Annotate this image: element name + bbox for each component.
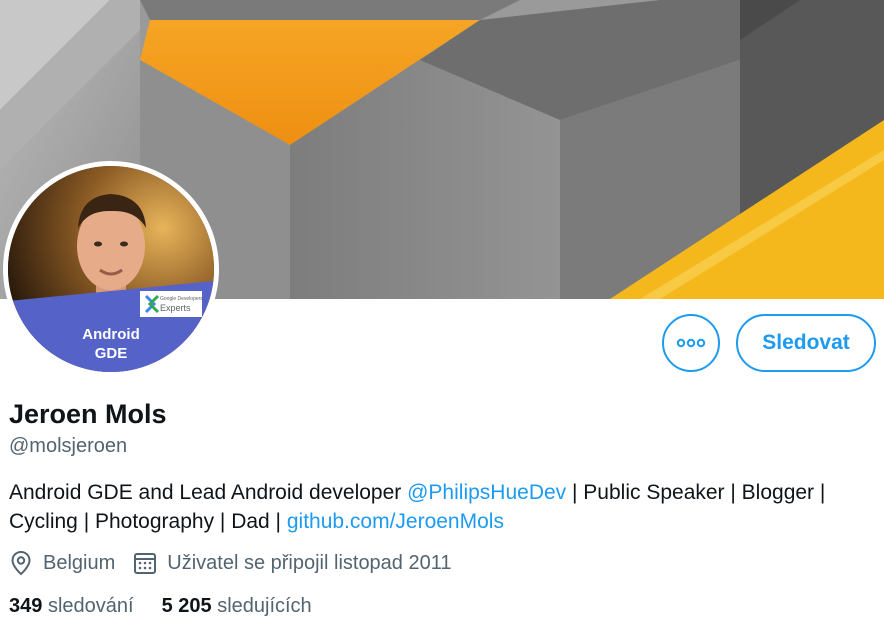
bio-text-part1: Android GDE and Lead Android developer — [9, 481, 408, 504]
followers-count: 5 205 — [161, 595, 212, 617]
followers-link[interactable]: 5 205 sledujících — [162, 595, 312, 618]
bio-mention-link[interactable]: @PhilipsHueDev — [407, 481, 566, 504]
follow-button[interactable]: Sledovat — [736, 314, 876, 372]
joined-item: Uživatel se připojil listopad 2011 — [133, 551, 452, 575]
location-item: Belgium — [9, 550, 115, 576]
calendar-icon — [134, 553, 157, 574]
location-pin-icon — [11, 550, 31, 576]
profile-bio: Android GDE and Lead Android developer @… — [9, 478, 879, 536]
experts-logo-small: Google Developers — [160, 296, 203, 302]
profile-avatar[interactable]: Android GDE Google Developers Experts — [3, 161, 219, 377]
profile-meta: Belgium Uživatel se připojil listopad 20… — [9, 550, 470, 576]
followers-label: sledujících — [217, 595, 312, 617]
experts-logo-main: Experts — [160, 303, 191, 313]
following-count: 349 — [9, 595, 43, 617]
location-text: Belgium — [43, 551, 116, 574]
profile-handle: @molsjeroen — [9, 435, 128, 457]
profile-stats: 349 sledování 5 205 sledujících — [9, 595, 340, 618]
profile-name: Jeroen Mols — [9, 399, 167, 429]
avatar-image: Android GDE Google Developers Experts — [8, 166, 214, 372]
following-link[interactable]: 349 sledování — [9, 595, 134, 618]
avatar-badge-line2: GDE — [94, 345, 128, 362]
bio-website-link[interactable]: github.com/JeroenMols — [287, 510, 504, 533]
more-button[interactable] — [662, 314, 720, 372]
following-label: sledování — [47, 595, 134, 617]
avatar-badge-line1: Android — [82, 326, 140, 343]
joined-text: Uživatel se připojil listopad 2011 — [167, 551, 452, 574]
more-dots-icon — [676, 338, 706, 348]
